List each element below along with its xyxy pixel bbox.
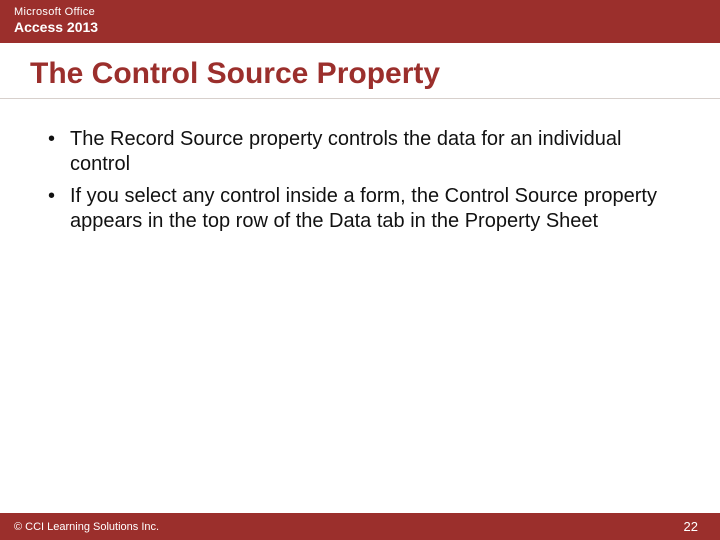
copyright-text: © CCI Learning Solutions Inc. <box>14 521 159 533</box>
header-band: Microsoft Office Access 2013 <box>0 0 720 43</box>
page-number: 22 <box>684 519 698 534</box>
footer-band: © CCI Learning Solutions Inc. 22 <box>0 513 720 540</box>
title-area: The Control Source Property <box>0 43 720 99</box>
body-area: The Record Source property controls the … <box>0 99 720 514</box>
brand-bottom: Access 2013 <box>14 19 706 35</box>
brand-top: Microsoft Office <box>14 6 706 18</box>
slide-title: The Control Source Property <box>30 57 690 92</box>
list-item: If you select any control inside a form,… <box>42 184 678 235</box>
list-item: The Record Source property controls the … <box>42 127 678 178</box>
bullet-list: The Record Source property controls the … <box>42 127 678 235</box>
slide: Microsoft Office Access 2013 The Control… <box>0 0 720 540</box>
